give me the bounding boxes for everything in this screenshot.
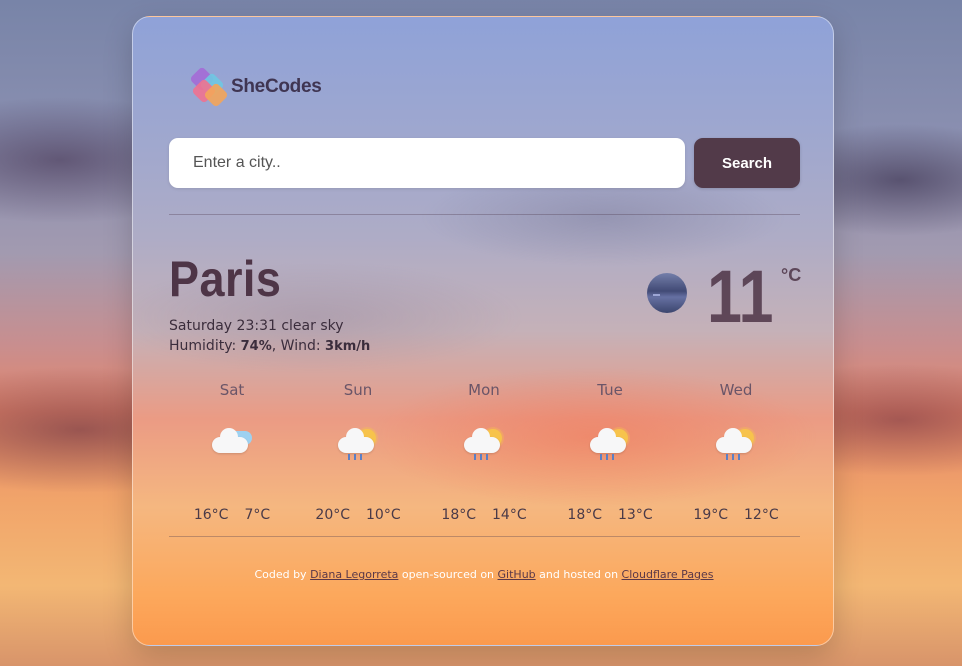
forecast-min: 10°C <box>366 507 401 523</box>
forecast-temps: 18°C 13°C <box>547 507 673 523</box>
current-datetime: Saturday 23:31 <box>169 318 277 334</box>
forecast-temps: 16°C 7°C <box>169 507 295 523</box>
city-name: Paris <box>169 251 282 307</box>
wind-label: , Wind: <box>271 338 326 354</box>
top-divider <box>169 214 800 215</box>
forecast-max: 18°C <box>441 507 476 523</box>
forecast-max: 18°C <box>567 507 602 523</box>
sun-rain-icon <box>586 427 632 461</box>
forecast-day: Wed 19°C 12°C <box>673 379 799 523</box>
forecast-temps: 19°C 12°C <box>673 507 799 523</box>
footer-middle-2: and hosted on <box>535 568 622 581</box>
forecast-day-name: Wed <box>719 381 753 399</box>
sun-rain-icon <box>712 427 758 461</box>
partly-cloudy-icon <box>208 427 254 461</box>
footer-prefix: Coded by <box>254 568 311 581</box>
forecast-day-name: Mon <box>468 381 500 399</box>
github-link[interactable]: GitHub <box>498 568 536 581</box>
forecast-max: 20°C <box>315 507 350 523</box>
forecast-min: 7°C <box>244 507 271 523</box>
temperature-unit[interactable]: °C <box>781 265 801 286</box>
footer-middle-1: open-sourced on <box>398 568 498 581</box>
author-link[interactable]: Diana Legorreta <box>310 568 398 581</box>
humidity-label: Humidity: <box>169 338 241 354</box>
logo-text: SheCodes <box>231 76 322 97</box>
humidity-value: 74% <box>240 339 272 354</box>
footer: Coded by Diana Legorreta open-sourced on… <box>133 568 835 581</box>
forecast-max: 16°C <box>193 507 229 523</box>
weather-description: clear sky <box>281 318 344 334</box>
weather-card: SheCodes Search Paris Saturday 23:31 cle… <box>132 16 834 646</box>
wind-value: 3km/h <box>325 339 371 354</box>
forecast-temps: 20°C 10°C <box>295 507 421 523</box>
forecast-day: Sat 16°C 7°C <box>169 379 295 523</box>
forecast: Sat 16°C 7°C Sun 20°C 10°C Mon 18°C 14°C Tu… <box>169 379 800 523</box>
shecodes-logo[interactable]: SheCodes <box>189 66 322 108</box>
hosting-link[interactable]: Cloudflare Pages <box>622 568 714 581</box>
current-temperature: 11 <box>707 255 774 338</box>
forecast-min: 12°C <box>744 507 779 523</box>
city-search-input[interactable] <box>169 138 685 188</box>
date-description-line: Saturday 23:31 clear sky <box>169 316 370 336</box>
clear-night-icon <box>647 273 687 313</box>
forecast-day-name: Sat <box>219 381 245 399</box>
humidity-wind-line: Humidity: 74%, Wind: 3km/h <box>169 336 370 357</box>
forecast-min: 13°C <box>618 507 653 523</box>
forecast-day: Tue 18°C 13°C <box>547 379 673 523</box>
forecast-day-name: Sun <box>343 381 373 399</box>
forecast-max: 19°C <box>693 507 728 523</box>
search-button[interactable]: Search <box>694 138 800 188</box>
forecast-temps: 18°C 14°C <box>421 507 547 523</box>
forecast-min: 14°C <box>492 507 527 523</box>
sun-rain-icon <box>334 427 380 461</box>
forecast-day-name: Tue <box>597 381 623 399</box>
shecodes-logo-icon <box>189 66 229 108</box>
sun-rain-icon <box>460 427 506 461</box>
current-details: Saturday 23:31 clear sky Humidity: 74%, … <box>169 316 370 357</box>
forecast-day: Sun 20°C 10°C <box>295 379 421 523</box>
bottom-divider <box>169 536 800 537</box>
forecast-day: Mon 18°C 14°C <box>421 379 547 523</box>
